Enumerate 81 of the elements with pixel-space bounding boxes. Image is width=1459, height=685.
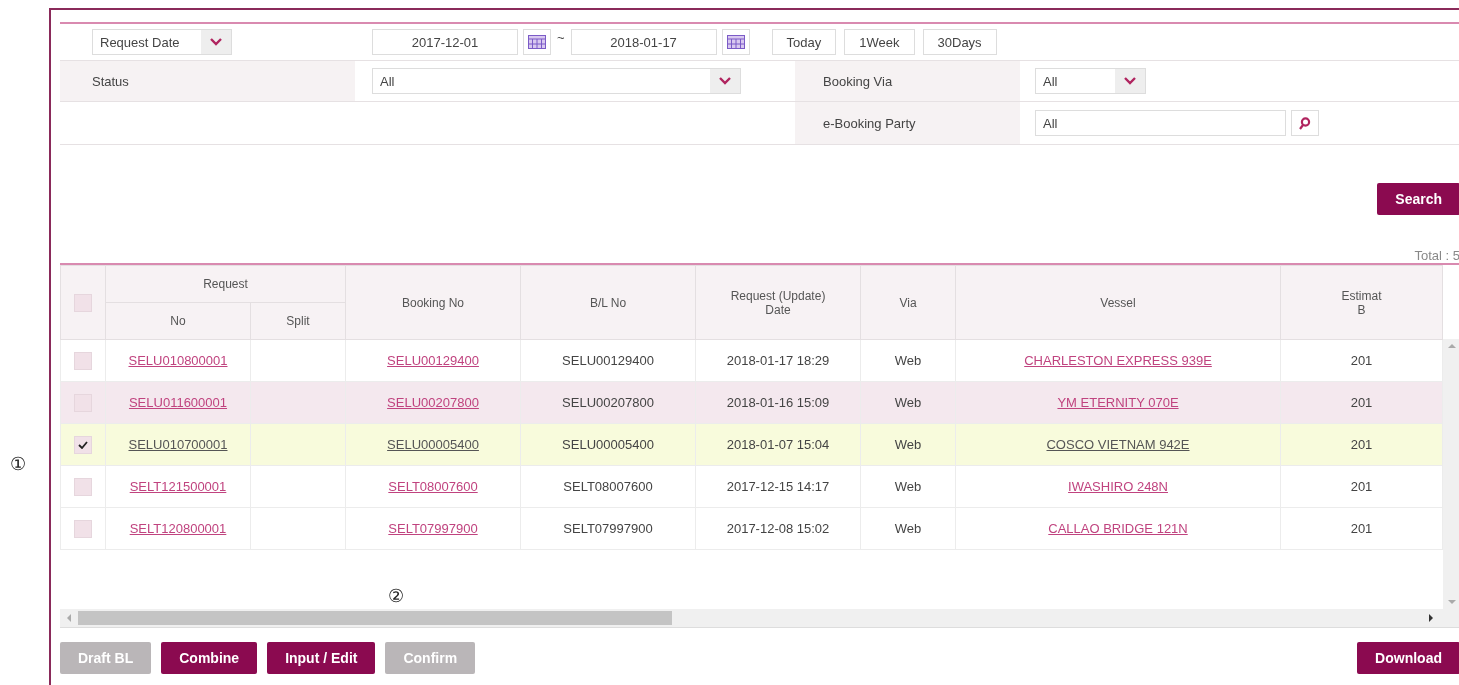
action-button[interactable]: Combine <box>161 642 258 674</box>
field-label: e-Booking Party <box>795 102 1020 144</box>
booking-via-dropdown[interactable]: All <box>1035 68 1146 94</box>
table-link[interactable]: IWASHIRO 248N <box>1068 479 1168 494</box>
table-cell: SELT07997900 <box>563 521 653 536</box>
table-link[interactable]: SELU00005400 <box>387 437 479 452</box>
callout-number: ② <box>388 585 404 607</box>
table-cell: Web <box>894 395 922 410</box>
download-button[interactable]: Download <box>1357 642 1459 674</box>
search-button[interactable]: Search <box>1377 183 1459 215</box>
checkbox[interactable] <box>74 351 92 370</box>
status-dropdown[interactable]: All <box>372 68 741 94</box>
caret-icon <box>201 30 231 54</box>
checkbox[interactable] <box>74 519 92 538</box>
column-header: No <box>105 302 251 340</box>
scroll-up-icon[interactable] <box>1447 343 1456 348</box>
table-link[interactable]: SELU00207800 <box>387 395 479 410</box>
column-header: B/L No <box>520 265 696 340</box>
column-header: Estimat B <box>1280 265 1443 340</box>
column-header: Booking No <box>345 265 521 340</box>
table-link[interactable]: SELU00129400 <box>387 353 479 368</box>
table-link[interactable]: YM ETERNITY 070E <box>1057 395 1179 410</box>
table-cell: SELU00005400 <box>562 437 654 452</box>
table-row[interactable]: SELT121500001 SELT08007600 SELT08007600 2017-12-15 14:17 Web IWASHIRO 248N 201 <box>60 465 1443 508</box>
date-to-field[interactable]: 2018-01-17 <box>570 29 717 55</box>
column-header: Request <box>105 265 346 303</box>
table-cell: Web <box>894 353 922 368</box>
table-cell: Web <box>894 479 922 494</box>
table-link[interactable]: CALLAO BRIDGE 121N <box>1048 521 1188 536</box>
checkbox[interactable] <box>74 435 92 454</box>
scroll-left-icon[interactable] <box>66 614 72 622</box>
table-row[interactable]: SELU011600001 SELU00207800 SELU00207800 2018-01-16 15:09 Web YM ETERNITY 070E 201 <box>60 381 1443 424</box>
caret-icon <box>710 69 740 93</box>
table-cell: Web <box>894 521 922 536</box>
table-link[interactable]: SELT07997900 <box>388 521 478 536</box>
range-separator: ~ <box>557 30 565 45</box>
calendar-icon[interactable] <box>523 29 551 55</box>
table-link[interactable]: SELT08007600 <box>388 479 478 494</box>
range-button[interactable]: Today <box>771 29 837 55</box>
table-cell: SELU00207800 <box>562 395 654 410</box>
date-from-field[interactable]: 2017-12-01 <box>372 29 518 55</box>
column-header: Vessel <box>955 265 1281 340</box>
checkbox[interactable] <box>74 477 92 496</box>
action-button[interactable]: Input / Edit <box>267 642 376 674</box>
party-field[interactable]: All <box>1035 110 1286 136</box>
horizontal-scrollbar[interactable] <box>60 609 1459 628</box>
scroll-right-icon[interactable] <box>1428 614 1434 622</box>
table-cell: 201 <box>1350 479 1373 494</box>
calendar-icon[interactable] <box>721 29 750 55</box>
caret-icon <box>1115 69 1145 93</box>
table-cell: 201 <box>1350 395 1373 410</box>
table-cell: 201 <box>1350 437 1373 452</box>
field-label: Status <box>60 61 355 101</box>
total-count: Total : 5 <box>1413 249 1459 263</box>
vertical-scrollbar[interactable] <box>1443 339 1459 609</box>
table-cell: 2018-01-16 15:09 <box>726 395 830 410</box>
table-cell: 201 <box>1350 353 1373 368</box>
table-cell: 201 <box>1350 521 1373 536</box>
scroll-down-icon[interactable] <box>1447 600 1456 605</box>
table-cell: 2017-12-08 15:02 <box>726 521 830 536</box>
checkmark-icon <box>78 440 88 449</box>
table-cell: SELT08007600 <box>563 479 653 494</box>
range-button[interactable]: 1Week <box>844 29 915 55</box>
table-cell: 2017-12-15 14:17 <box>726 479 830 494</box>
table-link[interactable]: COSCO VIETNAM 942E <box>1046 437 1190 452</box>
date-type-dropdown[interactable]: Request Date <box>92 29 232 55</box>
table-cell: SELU00129400 <box>562 353 654 368</box>
table-row[interactable]: SELT120800001 SELT07997900 SELT07997900 2017-12-08 15:02 Web CALLAO BRIDGE 121N 201 <box>60 507 1443 550</box>
column-header: Request (Update) Date <box>695 265 861 340</box>
table-cell: 2018-01-07 15:04 <box>726 437 830 452</box>
checkbox[interactable] <box>74 293 92 312</box>
table-cell: 2018-01-17 18:29 <box>726 353 830 368</box>
table-row[interactable]: SELU010800001 SELU00129400 SELU00129400 2018-01-17 18:29 Web CHARLESTON EXPRESS 939E 201 <box>60 339 1443 382</box>
range-button[interactable]: 30Days <box>922 29 997 55</box>
column-header: Via <box>860 265 956 340</box>
callout-number: ① <box>10 453 26 475</box>
search-icon[interactable] <box>1291 110 1319 136</box>
table-row[interactable]: SELU010700001 SELU00005400 SELU00005400 2018-01-07 15:04 Web COSCO VIETNAM 942E 201 <box>60 423 1443 466</box>
column-header: Split <box>250 302 346 340</box>
field-label: Booking Via <box>795 61 1020 101</box>
table-cell: Web <box>894 437 922 452</box>
